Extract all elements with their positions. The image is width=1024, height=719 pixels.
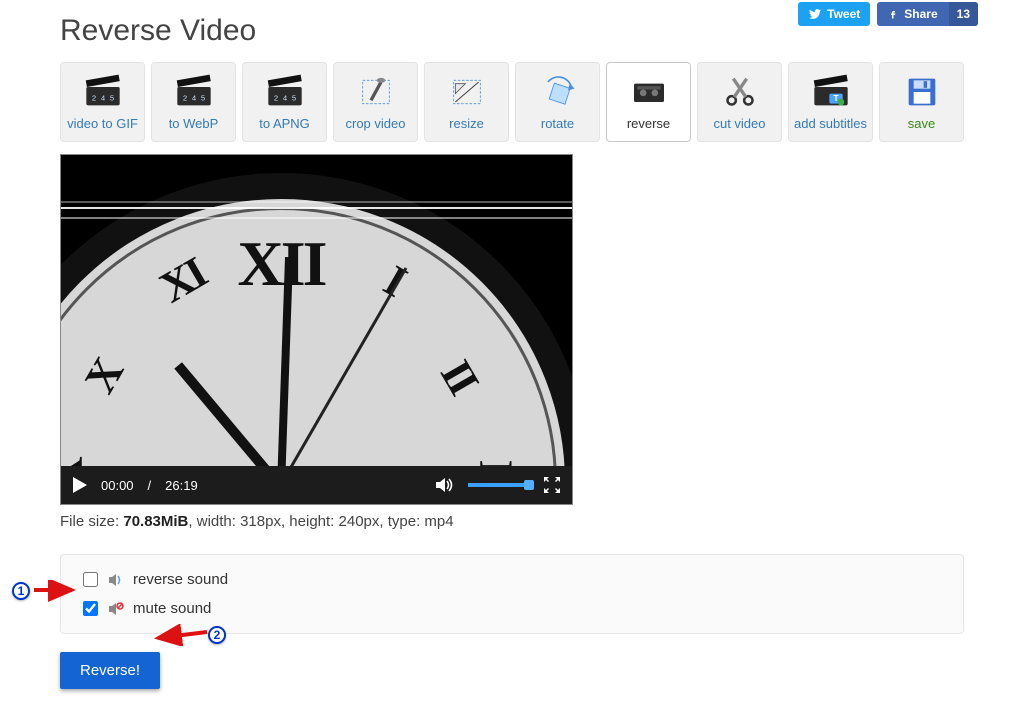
tool-label: add subtitles bbox=[794, 116, 867, 131]
player-controls: 00:00 / 26:19 bbox=[61, 466, 572, 504]
file-type-label: , type: bbox=[379, 513, 424, 530]
rotate-icon bbox=[538, 74, 578, 110]
svg-text:2 4 5: 2 4 5 bbox=[182, 95, 205, 103]
reverse-sound-checkbox[interactable] bbox=[83, 572, 98, 587]
tool-label: crop video bbox=[346, 116, 406, 131]
facebook-icon bbox=[887, 8, 899, 20]
fb-share-button[interactable]: Share 13 bbox=[877, 2, 978, 26]
tool-to-apng[interactable]: 2 4 5 to APNG bbox=[242, 62, 327, 142]
scissors-icon bbox=[720, 74, 760, 110]
tool-label: reverse bbox=[627, 116, 670, 131]
duration: 26:19 bbox=[165, 478, 198, 493]
tool-reverse[interactable]: reverse bbox=[606, 62, 691, 142]
tool-label: video to GIF bbox=[67, 116, 138, 131]
resize-icon bbox=[447, 74, 487, 110]
file-height-value: 240px bbox=[339, 513, 380, 530]
tool-save[interactable]: save bbox=[879, 62, 964, 142]
tool-label: resize bbox=[449, 116, 484, 131]
clapper-icon: 2 4 5 bbox=[174, 74, 214, 110]
tweet-button[interactable]: Tweet bbox=[798, 2, 870, 26]
option-reverse-sound: reverse sound bbox=[79, 565, 945, 594]
file-size-value: 70.83MiB bbox=[123, 513, 188, 530]
svg-text:2 4 5: 2 4 5 bbox=[273, 95, 296, 103]
file-size-label: File size: bbox=[60, 513, 123, 530]
fb-share-count: 13 bbox=[949, 2, 978, 26]
file-height-label: , height: bbox=[281, 513, 339, 530]
speaker-icon bbox=[109, 573, 125, 587]
file-info: File size: 70.83MiB, width: 318px, heigh… bbox=[60, 513, 964, 530]
film-scratch bbox=[61, 207, 572, 209]
cassette-icon bbox=[629, 74, 669, 110]
tool-label: cut video bbox=[713, 116, 765, 131]
speaker-mute-icon bbox=[109, 602, 125, 616]
svg-text:2 4 5: 2 4 5 bbox=[91, 95, 114, 103]
option-mute-sound: mute sound bbox=[79, 594, 945, 623]
volume-icon[interactable] bbox=[436, 477, 454, 493]
tool-cut-video[interactable]: cut video bbox=[697, 62, 782, 142]
tool-label: save bbox=[908, 116, 935, 131]
annotation-badge-2: 2 bbox=[208, 626, 226, 644]
reverse-sound-label: reverse sound bbox=[133, 571, 228, 588]
tool-label: rotate bbox=[541, 116, 574, 131]
video-preview[interactable]: XII XI I X II IX III 00:00 / 26:19 bbox=[60, 154, 573, 505]
mute-sound-checkbox[interactable] bbox=[83, 601, 98, 616]
fullscreen-icon[interactable] bbox=[544, 477, 560, 493]
tool-to-webp[interactable]: 2 4 5 to WebP bbox=[151, 62, 236, 142]
social-buttons: Tweet Share 13 bbox=[798, 2, 978, 26]
subtitles-icon: T bbox=[811, 74, 851, 110]
file-width-label: , width: bbox=[188, 513, 240, 530]
twitter-icon bbox=[808, 8, 822, 20]
tool-label: to WebP bbox=[169, 116, 219, 131]
clock-graphic: XII XI I X II IX III bbox=[60, 173, 573, 505]
annotation-badge-1: 1 bbox=[12, 582, 30, 600]
mute-sound-label: mute sound bbox=[133, 600, 211, 617]
tool-resize[interactable]: resize bbox=[424, 62, 509, 142]
clapper-icon: 2 4 5 bbox=[265, 74, 305, 110]
tool-add-subtitles[interactable]: T add subtitles bbox=[788, 62, 873, 142]
time-separator: / bbox=[148, 478, 152, 493]
options-panel: reverse sound mute sound bbox=[60, 554, 964, 634]
crop-icon bbox=[356, 74, 396, 110]
current-time: 00:00 bbox=[101, 478, 134, 493]
tool-rotate[interactable]: rotate bbox=[515, 62, 600, 142]
floppy-icon bbox=[902, 74, 942, 110]
volume-bar[interactable] bbox=[468, 483, 530, 487]
tool-label: to APNG bbox=[259, 116, 310, 131]
file-width-value: 318px bbox=[240, 513, 281, 530]
tool-crop-video[interactable]: crop video bbox=[333, 62, 418, 142]
reverse-button[interactable]: Reverse! bbox=[60, 652, 160, 689]
tool-video-to-gif[interactable]: 2 4 5 video to GIF bbox=[60, 62, 145, 142]
play-icon[interactable] bbox=[73, 477, 87, 493]
toolbar: 2 4 5 video to GIF 2 4 5 to WebP 2 4 5 t… bbox=[60, 62, 964, 142]
fb-share-label: Share bbox=[904, 7, 937, 21]
file-type-value: mp4 bbox=[424, 513, 453, 530]
tweet-label: Tweet bbox=[827, 7, 860, 21]
clapper-icon: 2 4 5 bbox=[83, 74, 123, 110]
